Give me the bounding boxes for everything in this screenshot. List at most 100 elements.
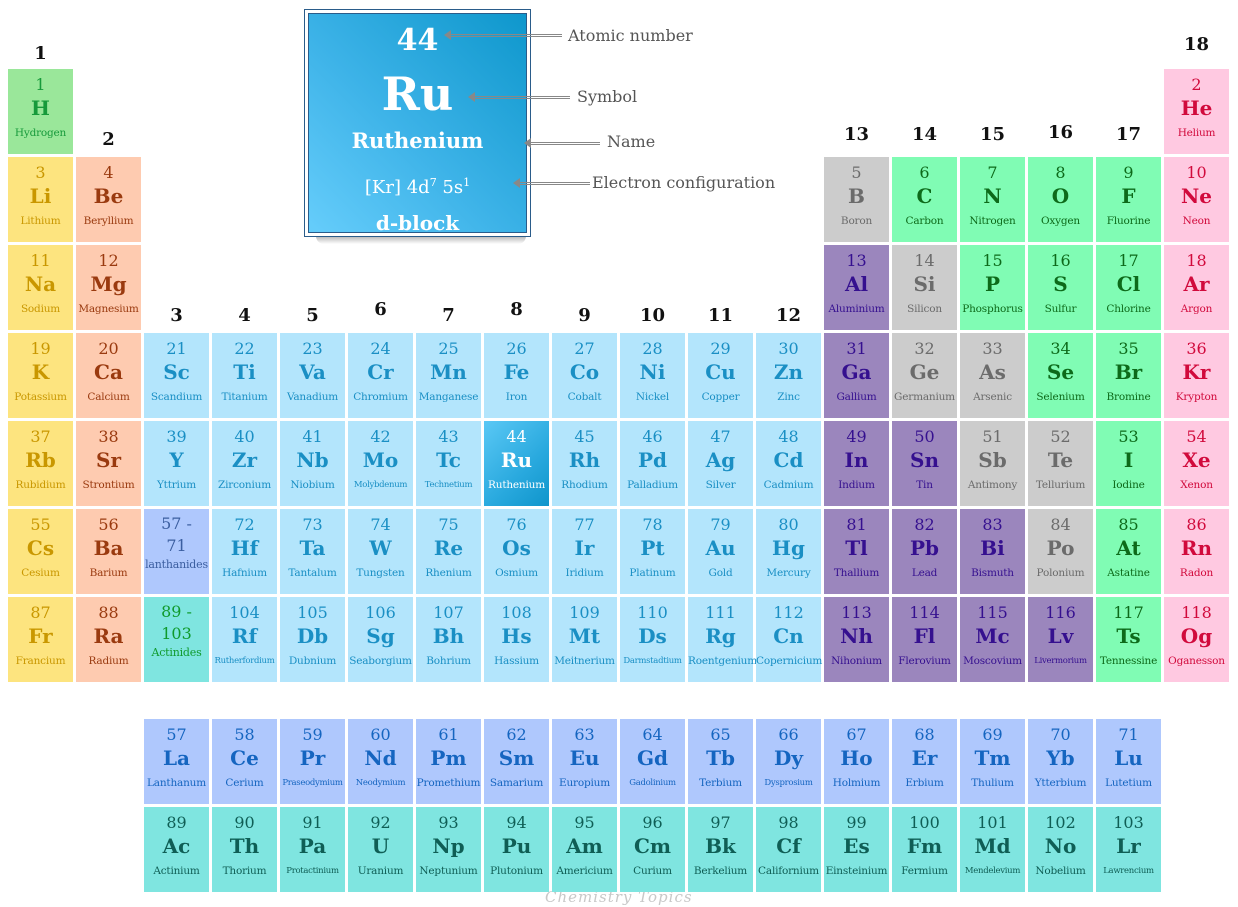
element-cell-re[interactable]: 75 Re Rhenium <box>416 509 481 594</box>
element-cell-ti[interactable]: 22 Ti Titanium <box>212 333 277 418</box>
element-cell-au[interactable]: 79 Au Gold <box>688 509 753 594</box>
element-cell-db[interactable]: 105 Db Dubnium <box>280 597 345 682</box>
actinides-placeholder[interactable]: 89 - 103 Actinides <box>144 597 209 682</box>
element-cell-lr[interactable]: 103 Lr Lawrencium <box>1096 807 1161 892</box>
element-cell-i[interactable]: 53 I Iodine <box>1096 421 1161 506</box>
element-cell-at[interactable]: 85 At Astatine <box>1096 509 1161 594</box>
element-cell-as[interactable]: 33 As Arsenic <box>960 333 1025 418</box>
element-cell-eu[interactable]: 63 Eu Europium <box>552 719 617 804</box>
element-cell-br[interactable]: 35 Br Bromine <box>1096 333 1161 418</box>
element-cell-rh[interactable]: 45 Rh Rhodium <box>552 421 617 506</box>
element-cell-mt[interactable]: 109 Mt Meitnerium <box>552 597 617 682</box>
element-cell-na[interactable]: 11 Na Sodium <box>8 245 73 330</box>
element-cell-hg[interactable]: 80 Hg Mercury <box>756 509 821 594</box>
element-cell-in[interactable]: 49 In Indium <box>824 421 889 506</box>
element-cell-te[interactable]: 52 Te Tellurium <box>1028 421 1093 506</box>
element-cell-fe[interactable]: 26 Fe Iron <box>484 333 549 418</box>
element-cell-nb[interactable]: 41 Nb Niobium <box>280 421 345 506</box>
element-cell-cl[interactable]: 17 Cl Chlorine <box>1096 245 1161 330</box>
element-cell-fm[interactable]: 100 Fm Fermium <box>892 807 957 892</box>
element-cell-sc[interactable]: 21 Sc Scandium <box>144 333 209 418</box>
element-cell-cr[interactable]: 24 Cr Chromium <box>348 333 413 418</box>
element-cell-os[interactable]: 76 Os Osmium <box>484 509 549 594</box>
element-cell-f[interactable]: 9 F Fluorine <box>1096 157 1161 242</box>
element-cell-mo[interactable]: 42 Mo Molybdenum <box>348 421 413 506</box>
element-cell-si[interactable]: 14 Si Silicon <box>892 245 957 330</box>
element-cell-cs[interactable]: 55 Cs Cesium <box>8 509 73 594</box>
element-cell-pr[interactable]: 59 Pr Praseodymium <box>280 719 345 804</box>
element-cell-co[interactable]: 27 Co Cobalt <box>552 333 617 418</box>
element-cell-ir[interactable]: 77 Ir Iridium <box>552 509 617 594</box>
element-cell-am[interactable]: 95 Am Americium <box>552 807 617 892</box>
element-cell-va[interactable]: 23 Va Vanadium <box>280 333 345 418</box>
element-cell-ru[interactable]: 44 Ru Ruthenium <box>484 421 549 506</box>
element-cell-sn[interactable]: 50 Sn Tin <box>892 421 957 506</box>
element-cell-ba[interactable]: 56 Ba Barium <box>76 509 141 594</box>
element-cell-ag[interactable]: 47 Ag Silver <box>688 421 753 506</box>
element-cell-tm[interactable]: 69 Tm Thulium <box>960 719 1025 804</box>
element-cell-bi[interactable]: 83 Bi Bismuth <box>960 509 1025 594</box>
element-cell-b[interactable]: 5 B Boron <box>824 157 889 242</box>
element-cell-o[interactable]: 8 O Oxygen <box>1028 157 1093 242</box>
element-cell-w[interactable]: 74 W Tungsten <box>348 509 413 594</box>
element-cell-ts[interactable]: 117 Ts Tennessine <box>1096 597 1161 682</box>
element-cell-mc[interactable]: 115 Mc Moscovium <box>960 597 1025 682</box>
element-cell-pb[interactable]: 82 Pb Lead <box>892 509 957 594</box>
element-cell-no[interactable]: 102 No Nobelium <box>1028 807 1093 892</box>
element-cell-c[interactable]: 6 C Carbon <box>892 157 957 242</box>
element-cell-og[interactable]: 118 Og Oganesson <box>1164 597 1229 682</box>
element-cell-es[interactable]: 99 Es Einsteinium <box>824 807 889 892</box>
element-cell-np[interactable]: 93 Np Neptunium <box>416 807 481 892</box>
element-cell-er[interactable]: 68 Er Erbium <box>892 719 957 804</box>
element-cell-pd[interactable]: 46 Pd Palladium <box>620 421 685 506</box>
element-cell-he[interactable]: 2 He Helium <box>1164 69 1229 154</box>
element-cell-ho[interactable]: 67 Ho Holmium <box>824 719 889 804</box>
element-cell-ds[interactable]: 110 Ds Darmstadtium <box>620 597 685 682</box>
element-cell-lv[interactable]: 116 Lv Livermorium <box>1028 597 1093 682</box>
element-cell-pa[interactable]: 91 Pa Protactinium <box>280 807 345 892</box>
element-cell-lu[interactable]: 71 Lu Lutetium <box>1096 719 1161 804</box>
element-cell-gd[interactable]: 64 Gd Gadolinium <box>620 719 685 804</box>
element-cell-y[interactable]: 39 Y Yttrium <box>144 421 209 506</box>
element-cell-al[interactable]: 13 Al Aluminium <box>824 245 889 330</box>
element-cell-rf[interactable]: 104 Rf Rutherfordium <box>212 597 277 682</box>
element-cell-ge[interactable]: 32 Ge Germanium <box>892 333 957 418</box>
element-cell-be[interactable]: 4 Be Beryllium <box>76 157 141 242</box>
element-cell-rn[interactable]: 86 Rn Radon <box>1164 509 1229 594</box>
element-cell-cf[interactable]: 98 Cf Californium <box>756 807 821 892</box>
element-cell-ra[interactable]: 88 Ra Radium <box>76 597 141 682</box>
element-cell-nd[interactable]: 60 Nd Neodymium <box>348 719 413 804</box>
element-cell-ca[interactable]: 20 Ca Calcium <box>76 333 141 418</box>
element-cell-pm[interactable]: 61 Pm Promethium <box>416 719 481 804</box>
element-cell-la[interactable]: 57 La Lanthanum <box>144 719 209 804</box>
element-cell-s[interactable]: 16 S Sulfur <box>1028 245 1093 330</box>
element-cell-ar[interactable]: 18 Ar Argon <box>1164 245 1229 330</box>
element-cell-cd[interactable]: 48 Cd Cadmium <box>756 421 821 506</box>
element-cell-cu[interactable]: 29 Cu Copper <box>688 333 753 418</box>
element-cell-fr[interactable]: 87 Fr Francium <box>8 597 73 682</box>
element-cell-ga[interactable]: 31 Ga Gallium <box>824 333 889 418</box>
element-cell-sm[interactable]: 62 Sm Samarium <box>484 719 549 804</box>
element-cell-cn[interactable]: 112 Cn Copernicium <box>756 597 822 682</box>
element-cell-u[interactable]: 92 U Uranium <box>348 807 413 892</box>
element-cell-zr[interactable]: 40 Zr Zirconium <box>212 421 277 506</box>
element-cell-kr[interactable]: 36 Kr Krypton <box>1164 333 1229 418</box>
element-cell-n[interactable]: 7 N Nitrogen <box>960 157 1025 242</box>
element-cell-ce[interactable]: 58 Ce Cerium <box>212 719 277 804</box>
element-cell-h[interactable]: 1 H Hydrogen <box>8 69 73 154</box>
element-cell-hf[interactable]: 72 Hf Hafnium <box>212 509 277 594</box>
element-cell-tl[interactable]: 81 Tl Thallium <box>824 509 889 594</box>
element-cell-sr[interactable]: 38 Sr Strontium <box>76 421 141 506</box>
element-cell-pt[interactable]: 78 Pt Platinum <box>620 509 685 594</box>
element-cell-fl[interactable]: 114 Fl Flerovium <box>892 597 957 682</box>
element-cell-th[interactable]: 90 Th Thorium <box>212 807 277 892</box>
element-cell-tc[interactable]: 43 Tc Technetium <box>416 421 481 506</box>
element-cell-hs[interactable]: 108 Hs Hassium <box>484 597 549 682</box>
element-cell-ne[interactable]: 10 Ne Neon <box>1164 157 1229 242</box>
element-cell-tb[interactable]: 65 Tb Terbium <box>688 719 753 804</box>
element-cell-dy[interactable]: 66 Dy Dysprosium <box>756 719 821 804</box>
element-cell-p[interactable]: 15 P Phosphorus <box>960 245 1025 330</box>
element-cell-yb[interactable]: 70 Yb Ytterbium <box>1028 719 1093 804</box>
element-cell-rg[interactable]: 111 Rg Roentgenium <box>688 597 757 682</box>
element-cell-ac[interactable]: 89 Ac Actinium <box>144 807 209 892</box>
